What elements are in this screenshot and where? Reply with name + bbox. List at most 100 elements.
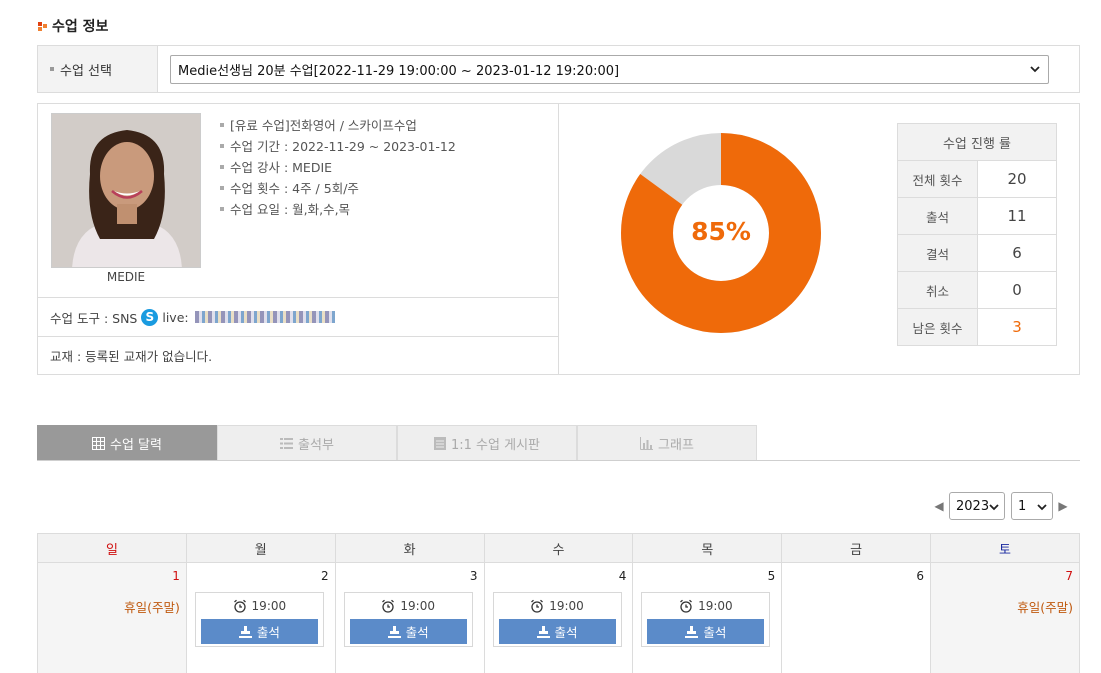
chevron-down-icon (989, 504, 999, 511)
weekday-header: 토 (930, 533, 1080, 563)
teacher-name: MEDIE (106, 270, 146, 284)
tab-graph[interactable]: 그래프 (577, 425, 757, 460)
calendar-nav: ◀ 2023 1 ▶ (932, 492, 1070, 520)
bullet-icon (220, 185, 224, 190)
board-icon (434, 436, 446, 450)
bullet-icon (50, 67, 54, 71)
stamp-icon (387, 625, 401, 638)
day-number: 3 (469, 569, 478, 583)
stamp-icon (238, 625, 252, 638)
row-value-attend: 11 (977, 197, 1057, 235)
calendar-day-cell: 6 (781, 562, 932, 673)
detail-item: 수업 강사 : MEDIE (220, 156, 456, 177)
class-select-dropdown[interactable]: Medie선생님 20분 수업[2022-11-29 19:00:00 ~ 20… (170, 55, 1049, 84)
chevron-down-icon (1037, 504, 1047, 511)
class-details-list: [유료 수업]전화영어 / 스카이프수업 수업 기간 : 2022-11-29 … (220, 114, 456, 219)
tab-bar: 수업 달력 출석부 1:1 수업 게시판 그래프 (37, 425, 1080, 461)
detail-item: 수업 기간 : 2022-11-29 ~ 2023-01-12 (220, 135, 456, 156)
lesson-card: 19:00 출석 (194, 592, 324, 647)
attendance-button[interactable]: 출석 (349, 619, 467, 644)
attendance-button[interactable]: 출석 (498, 619, 616, 644)
stamp-icon (685, 625, 699, 638)
weekday-header: 화 (334, 533, 485, 563)
tab-calendar[interactable]: 수업 달력 (37, 425, 217, 460)
row-value-cancel: 0 (977, 271, 1057, 309)
bar-chart-icon (640, 436, 654, 450)
attendance-button[interactable]: 출석 (200, 619, 318, 644)
teacher-photo (51, 113, 201, 268)
tab-board[interactable]: 1:1 수업 게시판 (397, 425, 577, 460)
day-number: 2 (321, 569, 329, 583)
row-label-cancel: 취소 (897, 271, 978, 309)
row-value-total: 20 (977, 160, 1057, 198)
day-number: 5 (767, 569, 776, 583)
calendar-day-cell: 1 휴일(주말) (37, 562, 187, 673)
year-select[interactable]: 2023 (949, 492, 1005, 520)
chevron-down-icon (1030, 66, 1040, 73)
holiday-label: 휴일(주말) (1017, 600, 1073, 615)
holiday-label: 휴일(주말) (124, 600, 180, 615)
calendar-day-cell: 7 휴일(주말) (930, 562, 1080, 673)
class-select-label-text: 수업 선택 (60, 63, 112, 79)
skype-account: live: (162, 309, 189, 325)
calendar-day-cell: 4 19:00 출석 (483, 562, 634, 673)
detail-item: [유료 수업]전화영어 / 스카이프수업 (220, 114, 456, 135)
class-select-label: 수업 선택 (38, 46, 158, 92)
skype-icon: S (141, 308, 159, 326)
day-number: 1 (172, 569, 180, 583)
bullet-icon (220, 143, 224, 148)
lesson-time: 19:00 (196, 593, 323, 619)
weekday-header: 일 (37, 533, 187, 563)
alarm-clock-icon (531, 599, 544, 613)
day-number: 4 (618, 569, 627, 583)
lesson-card: 19:00 출석 (641, 592, 771, 647)
weekday-header: 목 (632, 533, 783, 563)
lesson-calendar: 일 월 화 수 목 금 토 1 휴일(주말) 2 19:00 출석 3 19:0… (37, 533, 1080, 673)
lesson-time: 19:00 (642, 593, 769, 619)
class-tools-row: 수업 도구 : SNS S live: (38, 297, 558, 336)
progress-table: 수업 진행 률 전체 횟수 20 출석 11 결석 6 취소 0 남은 횟수 3 (897, 123, 1057, 346)
lesson-card: 19:00 출석 (492, 592, 622, 647)
alarm-clock-icon (680, 599, 693, 613)
row-label-remaining: 남은 횟수 (897, 308, 978, 346)
tools-label: 수업 도구 : SNS (50, 310, 138, 326)
title-mark-icon (38, 21, 47, 31)
section-title: 수업 정보 (38, 16, 108, 36)
alarm-clock-icon (233, 599, 246, 613)
row-label-attend: 출석 (897, 197, 978, 235)
list-icon (280, 437, 294, 449)
weekday-header: 월 (185, 533, 336, 563)
textbook-row: 교재 : 등록된 교재가 없습니다. (38, 336, 558, 374)
detail-item: 수업 요일 : 월,화,수,목 (220, 198, 456, 219)
month-select[interactable]: 1 (1011, 492, 1053, 520)
calendar-day-cell: 3 19:00 출석 (334, 562, 485, 673)
detail-item: 수업 횟수 : 4주 / 5회/주 (220, 177, 456, 198)
lesson-time: 19:00 (345, 593, 472, 619)
row-label-absent: 결석 (897, 234, 978, 272)
alarm-clock-icon (382, 599, 395, 613)
tab-attendance[interactable]: 출석부 (217, 425, 397, 460)
next-month-icon[interactable]: ▶ (1056, 499, 1070, 513)
bullet-icon (220, 206, 224, 211)
bullet-icon (220, 164, 224, 169)
weekday-header: 금 (781, 533, 932, 563)
class-select-value: Medie선생님 20분 수업[2022-11-29 19:00:00 ~ 20… (178, 64, 620, 79)
redacted-account-id (194, 311, 335, 323)
prev-month-icon[interactable]: ◀ (932, 499, 946, 513)
row-label-total: 전체 횟수 (897, 160, 978, 198)
stamp-icon (536, 625, 550, 638)
section-title-text: 수업 정보 (52, 19, 109, 35)
lesson-card: 19:00 출석 (343, 592, 473, 647)
class-info-box: MEDIE [유료 수업]전화영어 / 스카이프수업 수업 기간 : 2022-… (37, 103, 1080, 375)
grid-icon (92, 436, 105, 450)
attendance-button[interactable]: 출석 (647, 619, 765, 644)
day-number: 7 (1065, 569, 1073, 583)
calendar-day-cell: 2 19:00 출석 (185, 562, 336, 673)
lesson-time: 19:00 (494, 593, 621, 619)
day-number: 6 (916, 569, 925, 583)
class-select-row: 수업 선택 Medie선생님 20분 수업[2022-11-29 19:00:0… (37, 45, 1080, 93)
teacher-panel: MEDIE [유료 수업]전화영어 / 스카이프수업 수업 기간 : 2022-… (38, 104, 559, 374)
calendar-day-cell: 5 19:00 출석 (632, 562, 783, 673)
row-value-absent: 6 (977, 234, 1057, 272)
weekday-header: 수 (483, 533, 634, 563)
